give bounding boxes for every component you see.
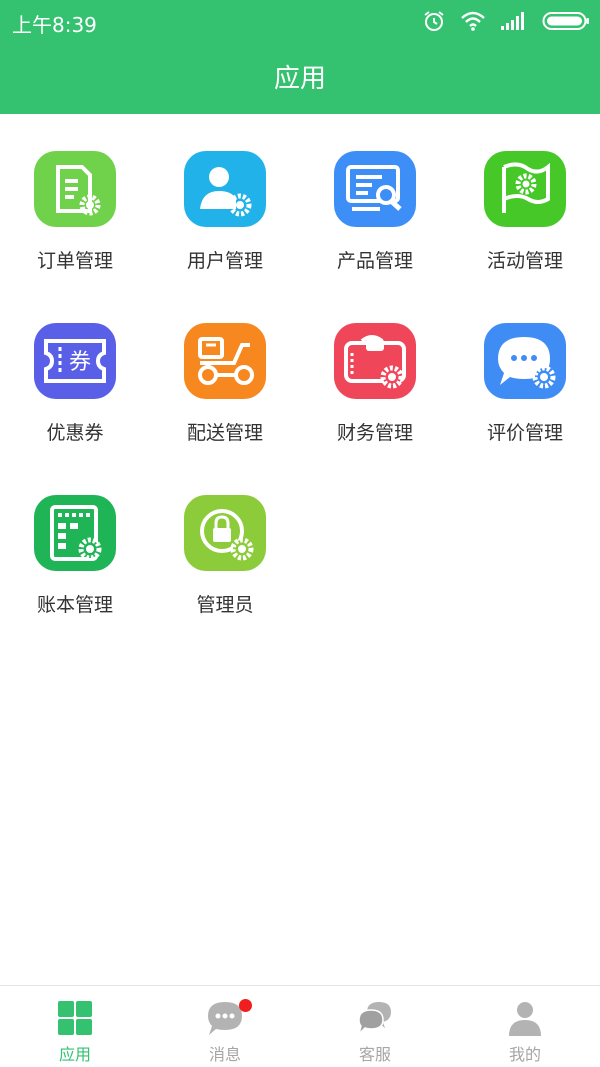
app-ledger-management[interactable]: 账本管理 [0, 458, 150, 630]
app-label: 优惠券 [46, 422, 104, 444]
coupon-text: 券 [69, 350, 91, 375]
tab-customer-service[interactable]: 客服 [300, 986, 450, 1067]
app-label: 活动管理 [486, 250, 563, 272]
notification-badge [239, 999, 252, 1012]
flag-gear-icon [484, 151, 566, 227]
battery-icon [542, 12, 589, 30]
app-label: 用户管理 [186, 250, 263, 272]
tab-label: 客服 [358, 1045, 391, 1064]
app-delivery-management[interactable]: 配送管理 [150, 286, 300, 458]
scooter-icon [184, 323, 266, 399]
app-review-management[interactable]: 评价管理 [450, 286, 600, 458]
app-finance-management[interactable]: 财务管理 [300, 286, 450, 458]
tab-label: 我的 [508, 1045, 541, 1064]
bottom-tab-bar: 应用 消息 客服 我的 [0, 985, 600, 1067]
chat-gear-icon [484, 323, 566, 399]
status-bar: 上午8:39 [0, 0, 600, 44]
coupon-icon: 券 [34, 323, 116, 399]
page-title: 应用 [273, 64, 326, 94]
status-icons [422, 8, 590, 34]
customer-service-icon [357, 1002, 391, 1037]
user-gear-icon [184, 151, 266, 227]
ledger-gear-icon [34, 495, 116, 571]
alarm-icon [424, 11, 444, 31]
product-search-icon [334, 151, 416, 227]
status-time: 上午8:39 [12, 13, 97, 37]
app-user-management[interactable]: 用户管理 [150, 114, 300, 286]
wallet-gear-icon [334, 323, 416, 399]
tab-messages[interactable]: 消息 [150, 986, 300, 1067]
app-order-management[interactable]: 订单管理 [0, 114, 150, 286]
tab-apps[interactable]: 应用 [0, 986, 150, 1067]
app-label: 评价管理 [486, 422, 563, 444]
admin-lock-gear-icon [184, 495, 266, 571]
tab-label: 消息 [208, 1045, 241, 1064]
app-label: 订单管理 [36, 250, 113, 272]
app-label: 产品管理 [336, 250, 413, 272]
app-label: 管理员 [196, 594, 254, 616]
app-product-management[interactable]: 产品管理 [300, 114, 450, 286]
app-coupon[interactable]: 券 优惠券 [0, 286, 150, 458]
app-activity-management[interactable]: 活动管理 [450, 114, 600, 286]
app-header: 上午8:39 应用 [0, 0, 600, 114]
profile-icon [509, 1002, 541, 1036]
grid-icon [58, 1001, 92, 1035]
wifi-icon [461, 11, 485, 31]
app-label: 配送管理 [186, 422, 263, 444]
tab-profile[interactable]: 我的 [450, 986, 600, 1067]
tab-label: 应用 [58, 1045, 91, 1064]
order-doc-gear-icon [34, 151, 116, 227]
app-label: 财务管理 [336, 422, 413, 444]
app-label: 账本管理 [36, 594, 113, 616]
signal-icon [501, 12, 524, 30]
app-administrator[interactable]: 管理员 [150, 458, 300, 630]
